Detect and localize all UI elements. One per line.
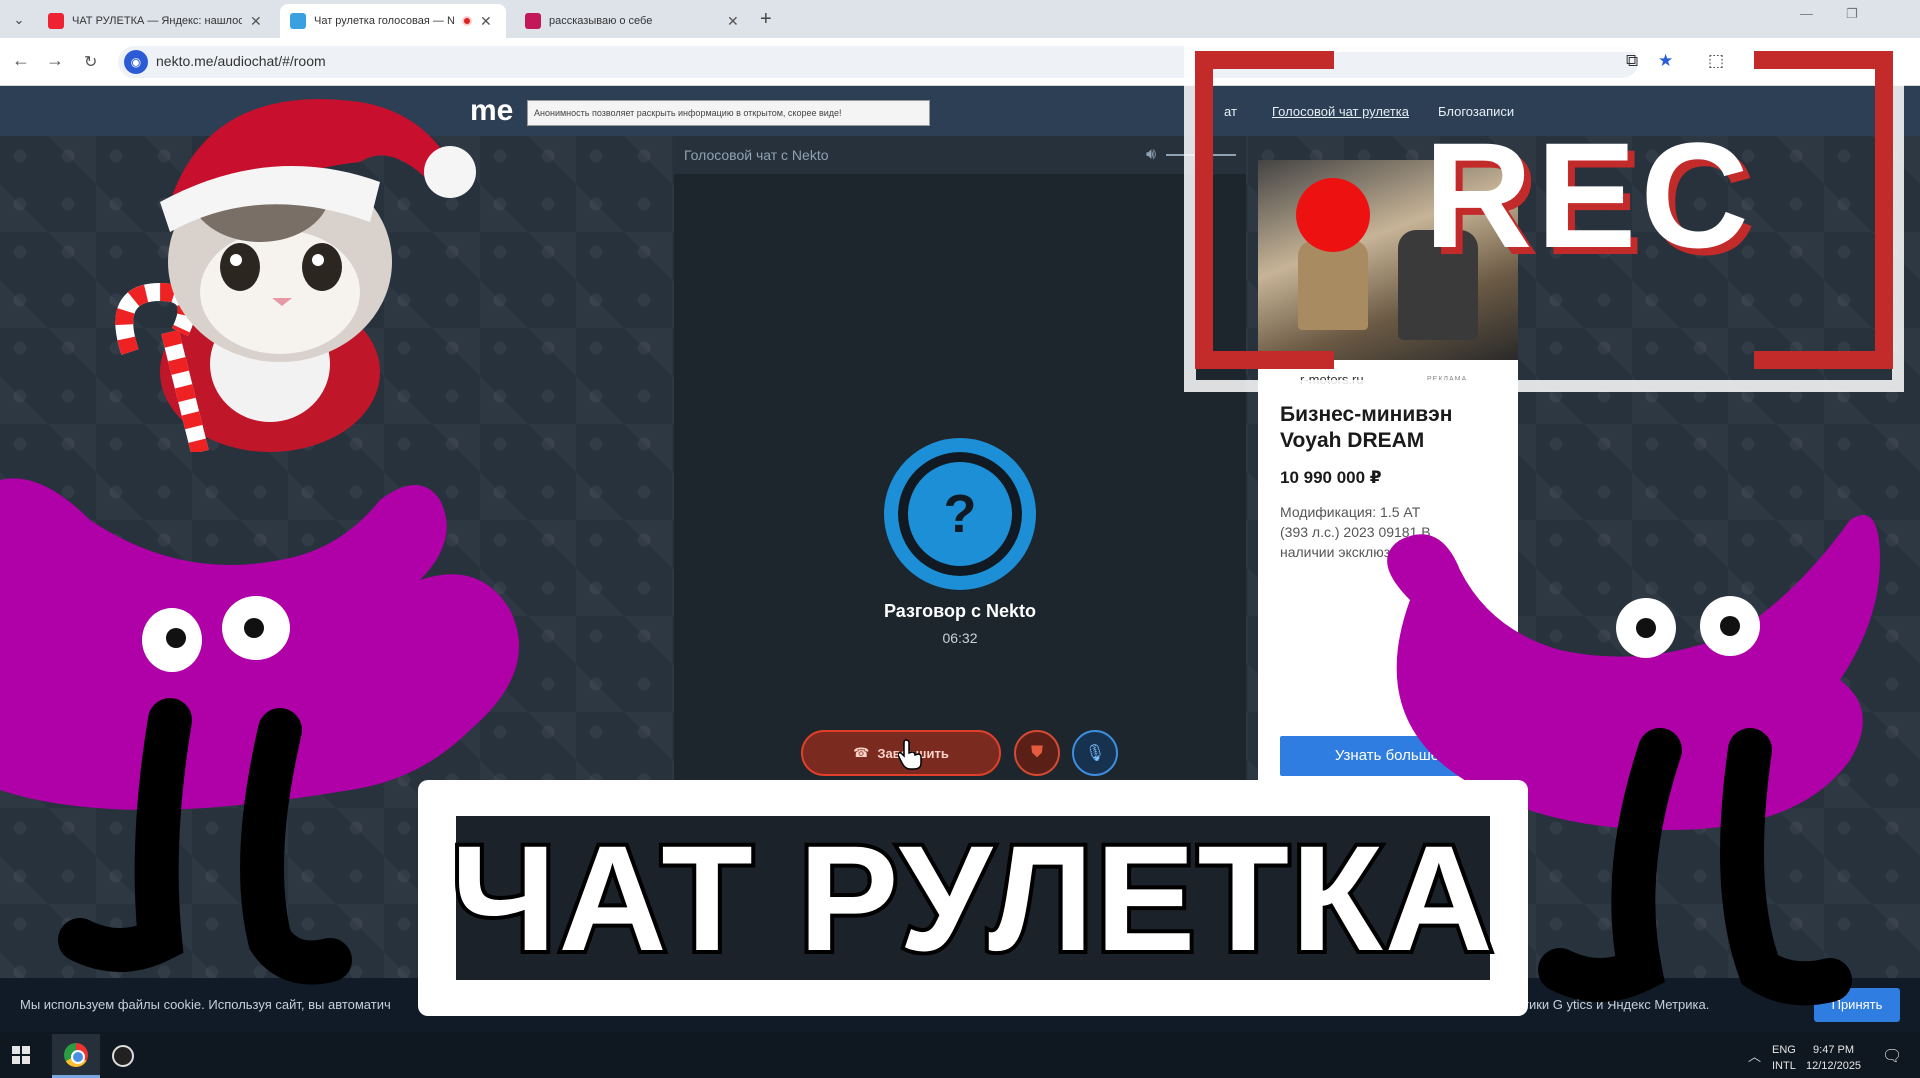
record-dot-icon — [1296, 178, 1370, 252]
maximize-icon[interactable]: ❐ — [1846, 6, 1858, 22]
input-language[interactable]: ENG INTL — [1772, 1042, 1796, 1074]
ad-title[interactable]: Бизнес-минивэн Voyah DREAM — [1280, 402, 1510, 454]
chrome-taskbar-button[interactable] — [52, 1034, 100, 1078]
clock-time: 9:47 PM — [1813, 1044, 1855, 1056]
site-notice: Анонимность позволяет раскрыть информаци… — [527, 100, 930, 126]
new-tab-button[interactable]: + — [760, 8, 772, 31]
close-icon[interactable]: ✕ — [250, 13, 262, 30]
volume-icon[interactable]: 🔊︎ — [1146, 146, 1156, 164]
anonymous-avatar: ? — [884, 438, 1036, 590]
obs-icon[interactable] — [112, 1045, 134, 1067]
voice-chat-title: Голосовой чат с Nekto — [684, 147, 829, 163]
browser-tab-1[interactable]: ЧАТ РУЛЕТКА — Яндекс: нашлось ✕ — [38, 4, 276, 38]
call-partner-name: Разговор с Nekto — [883, 601, 1037, 621]
shield-icon: ⛊ — [1030, 744, 1043, 761]
phone-hangup-icon: ☎ — [853, 745, 870, 760]
recording-icon — [462, 16, 472, 26]
microphone-icon: 🎙︎ — [1084, 745, 1106, 762]
microphone-button[interactable]: 🎙︎ — [1072, 730, 1118, 776]
system-clock[interactable]: 9:47 PM 12/12/2025 — [1806, 1042, 1861, 1074]
minimize-icon[interactable]: — — [1800, 6, 1813, 21]
close-icon[interactable]: ✕ — [480, 13, 492, 30]
clock-date: 12/12/2025 — [1806, 1060, 1862, 1072]
windows-start-icon[interactable] — [12, 1046, 30, 1064]
windows-taskbar — [0, 1032, 1920, 1078]
browser-tab-3[interactable]: рассказываю о себе ✕ — [515, 4, 753, 38]
thumbnail-title: ЧАТ РУЛЕТКА — [447, 812, 1497, 984]
report-button[interactable]: ⛊ — [1014, 730, 1060, 776]
lang-layout: INTL — [1772, 1060, 1796, 1072]
nekto-favicon-icon — [290, 13, 306, 29]
browser-tab-2[interactable]: Чат рулетка голосовая — Nekto ✕ — [280, 4, 506, 38]
notification-icon[interactable]: 🗨︎ — [1882, 1046, 1902, 1066]
lang-code: ENG — [1772, 1044, 1796, 1056]
tab-title: рассказываю о себе — [549, 15, 653, 27]
question-mark-icon: ? — [943, 484, 977, 544]
forward-arrow-icon[interactable]: → — [46, 50, 64, 71]
chrome-icon — [64, 1042, 88, 1067]
tab-title: ЧАТ РУЛЕТКА — Яндекс: нашлось — [72, 15, 242, 27]
rec-label: REC — [1424, 111, 1753, 279]
call-timer: 06:32 — [942, 630, 978, 646]
tray-chevron-icon[interactable]: ︿ — [1748, 1046, 1761, 1065]
hand-cursor-icon — [898, 739, 922, 770]
back-arrow-icon[interactable]: ← — [12, 50, 30, 71]
tab-title: Чат рулетка голосовая — Nekto — [314, 15, 454, 27]
reload-icon[interactable]: ↻ — [84, 52, 97, 72]
yandex-favicon-icon — [48, 13, 64, 29]
site-favicon-icon — [525, 13, 541, 29]
santa-cat-sticker — [115, 99, 476, 452]
tab-list-button[interactable]: ⌄ — [8, 9, 30, 31]
close-icon[interactable]: ✕ — [727, 13, 739, 30]
